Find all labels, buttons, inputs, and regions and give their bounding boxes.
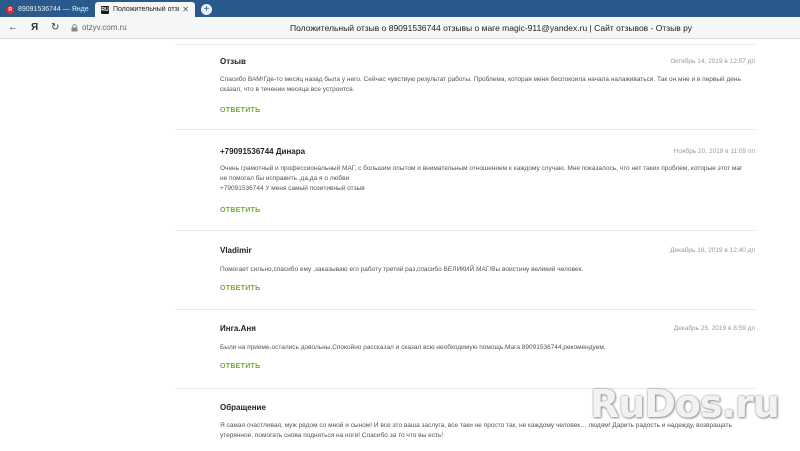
reply-button[interactable]: ОТВЕТИТЬ [220, 363, 260, 370]
review-date: Октябрь 14, 2019 в 12:57 дп [670, 58, 755, 65]
tab-title: Положительный отзыв [113, 6, 180, 13]
review-text: Очень грамотный и профессиональный МАГ, … [220, 165, 743, 192]
reload-icon[interactable]: ↻ [51, 20, 59, 36]
back-arrow-icon[interactable]: ← [8, 20, 18, 36]
divider [175, 129, 755, 130]
review-date: Декабрь 25, 2019 в 8:59 дп [673, 325, 755, 332]
reply-button[interactable]: ОТВЕТИТЬ [220, 285, 260, 292]
review-author: Отзыв [220, 57, 246, 66]
page-title: Положительный отзыв о 89091536744 отзывы… [290, 23, 693, 33]
tab-otzyv[interactable]: RU Положительный отзыв ✕ [95, 2, 195, 17]
review-date: Ноябрь 20, 2019 в 11:05 пп [673, 148, 755, 155]
review-author: Vladimir [220, 246, 252, 255]
divider [175, 44, 755, 45]
divider [175, 230, 755, 231]
lock-icon [71, 24, 78, 32]
review-author: Обращение [220, 403, 266, 412]
yandex-favicon-icon: Я [6, 5, 14, 14]
reply-button[interactable]: ОТВЕТИТЬ [220, 207, 260, 214]
tab-title: 89091536744 — Яндекс [18, 6, 89, 13]
close-tab-icon[interactable]: ✕ [182, 5, 189, 14]
reply-button[interactable]: ОТВЕТИТЬ [220, 107, 260, 114]
review-author: +79091536744 Динара [220, 147, 306, 156]
review-text: Спасибо ВАМ!Где-то месяц назад была у не… [220, 76, 741, 93]
browser-toolbar: ← Я ↻ otzyv.com.ru Положительный отзыв о… [0, 17, 800, 39]
tab-yandex[interactable]: Я 89091536744 — Яндекс [0, 2, 95, 17]
divider [175, 309, 755, 310]
new-tab-icon[interactable]: + [201, 4, 212, 15]
review-date: Декабрь 16, 2019 в 12:40 дп [670, 247, 755, 254]
review-text: Были на приеме,остались довольны.Спокойн… [220, 344, 606, 351]
address-bar[interactable]: otzyv.com.ru [82, 22, 127, 34]
yandex-logo-icon[interactable]: Я [31, 20, 38, 36]
review-author: Инга.Аня [220, 324, 256, 333]
watermark: RuDos.ru [590, 382, 780, 426]
tab-bar: Я 89091536744 — Яндекс RU Положительный … [0, 0, 800, 17]
site-favicon-icon: RU [101, 5, 109, 14]
review-text: Помогает сильно,спасибо ему ,заказываю е… [220, 266, 584, 273]
